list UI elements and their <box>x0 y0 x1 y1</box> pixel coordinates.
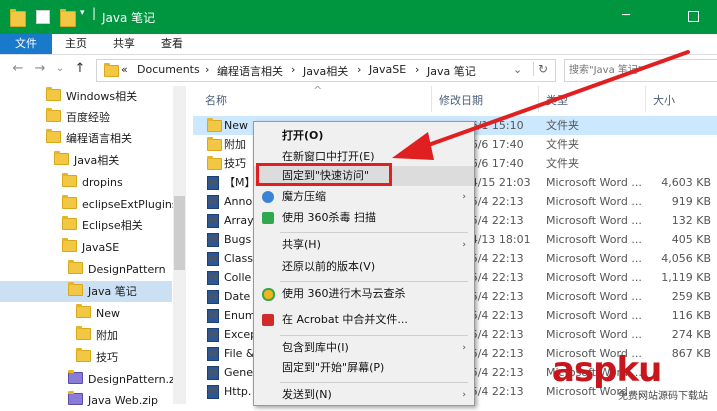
watermark-subtitle: 免费网站源码下载站 <box>618 391 708 402</box>
watermark-logo: aspku <box>552 350 662 390</box>
annotation-arrow <box>392 50 690 160</box>
watermark: aspku 免费网站源码下载站 <box>548 350 717 404</box>
arrow-head <box>392 132 434 160</box>
arrow-shaft <box>418 50 690 150</box>
